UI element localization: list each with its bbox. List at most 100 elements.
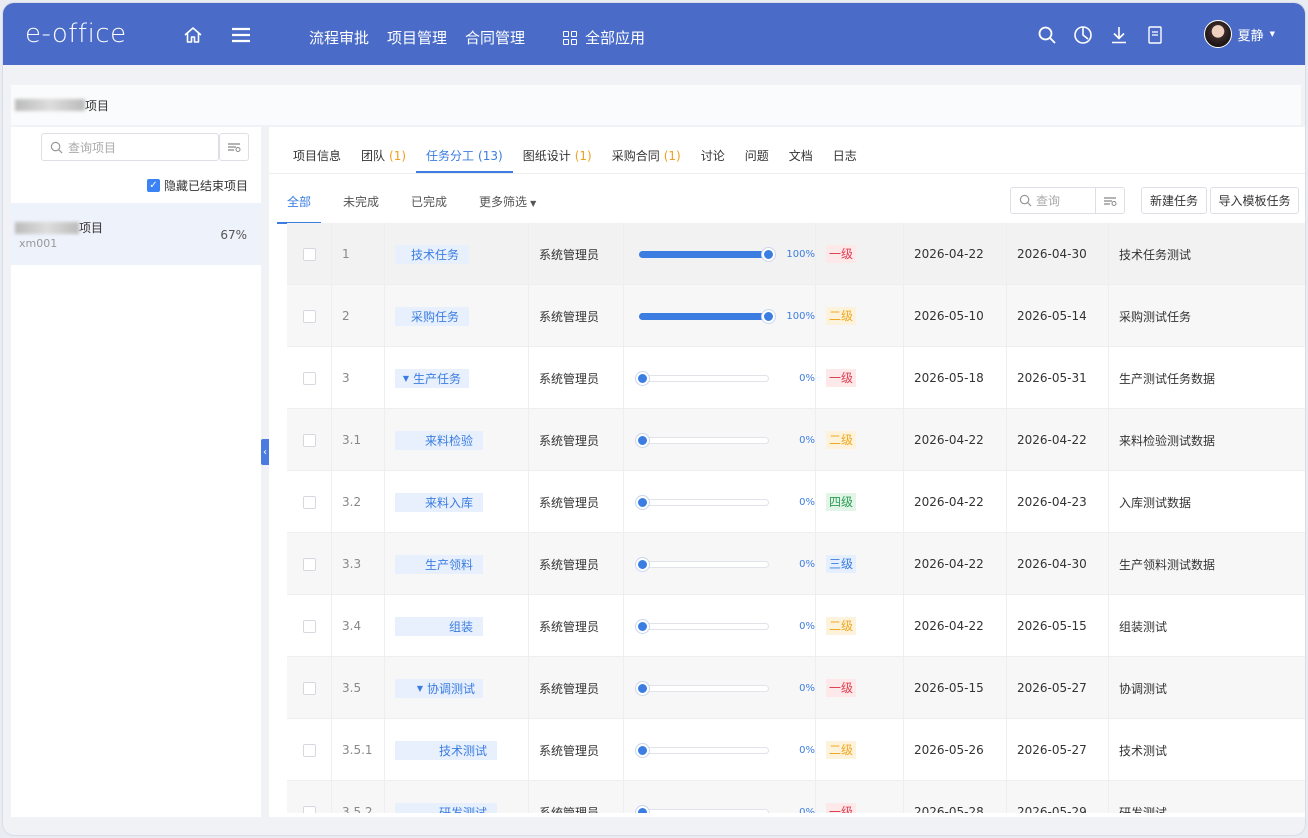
end-date: 2026-04-22 [1007,409,1109,471]
subtab-all[interactable]: 全部 [277,183,322,224]
app-logo[interactable]: e-office [25,19,127,49]
task-table: 1 技术任务 系统管理员 100% 一级 2026-04-22 2026-04-… [287,223,1305,813]
task-name-link[interactable]: 来料检验 [395,430,483,450]
progress-handle[interactable] [636,805,649,813]
row-checkbox[interactable] [302,247,316,261]
task-name-cell: 研发测试 [385,781,529,813]
nav-item-contract[interactable]: 合同管理 [465,27,525,48]
clock-icon[interactable] [1073,25,1093,45]
row-checkbox[interactable] [302,495,316,509]
progress-handle[interactable] [636,681,649,695]
task-filter-button[interactable] [1095,187,1125,214]
progress-handle[interactable] [762,309,775,323]
table-row[interactable]: 3.5 ▼ 协调测试 系统管理员 0% 一级 2026-05-15 2026-0… [287,657,1305,719]
task-description: 技术任务测试 [1119,247,1192,262]
tab-5[interactable]: 讨论 [691,135,735,173]
row-select-cell [287,471,332,533]
row-checkbox[interactable] [302,743,316,757]
start-date: 2026-04-22 [904,595,1007,657]
table-row[interactable]: 3.1 来料检验 系统管理员 0% 二级 2026-04-22 2026-04-… [287,409,1305,471]
search-icon[interactable] [1037,25,1057,45]
task-name-link[interactable]: 研发测试 [395,802,497,813]
row-checkbox[interactable] [302,309,316,323]
breadcrumb-label: 项目 [85,98,110,113]
tab-6[interactable]: 问题 [735,135,779,173]
row-number: 3.4 [332,595,385,657]
table-row[interactable]: 3.5.2 研发测试 系统管理员 0% 一级 2026-05-28 2026-0… [287,781,1305,813]
progress-handle[interactable] [636,743,649,757]
task-description: 入库测试数据 [1119,495,1192,510]
tab-3[interactable]: 图纸设计 (1) [513,135,602,173]
row-checkbox[interactable] [302,557,316,571]
collapse-panel-button[interactable]: ‹ [261,439,269,465]
table-row[interactable]: 3.5.1 技术测试 系统管理员 0% 二级 2026-05-26 2026-0… [287,719,1305,781]
progress-handle[interactable] [636,495,649,509]
more-filters-dropdown[interactable]: 更多筛选 ▼ [469,183,546,224]
project-list-item[interactable]: 项目 xm001 67% [11,203,261,265]
progress-percent: 0% [799,496,815,508]
expand-caret-icon[interactable]: ▼ [403,374,409,383]
tab-8[interactable]: 日志 [823,135,867,173]
progress-handle[interactable] [636,433,649,447]
row-checkbox[interactable] [302,619,316,633]
subtab-finished[interactable]: 已完成 [401,183,457,224]
end-date: 2026-05-27 [1007,657,1109,719]
tab-2[interactable]: 任务分工 (13) [416,135,513,173]
table-row[interactable]: 2 采购任务 系统管理员 100% 二级 2026-05-10 2026-05-… [287,285,1305,347]
task-name-link[interactable]: 来料入库 [395,492,483,512]
row-number: 3.5 [332,657,385,719]
task-name-link[interactable]: 技术任务 [395,244,469,264]
table-row[interactable]: 3.2 来料入库 系统管理员 0% 四级 2026-04-22 2026-04-… [287,471,1305,533]
progress-handle[interactable] [636,371,649,385]
tab-0[interactable]: 项目信息 [283,135,351,173]
nav-item-project[interactable]: 项目管理 [387,27,447,48]
subtab-unfinished[interactable]: 未完成 [333,183,389,224]
new-task-button[interactable]: 新建任务 [1141,187,1207,214]
task-progress-cell: 0% [624,657,816,719]
task-owner: 系统管理员 [529,657,624,719]
filter-subtabs: 全部 未完成 已完成 更多筛选 ▼ [277,183,558,224]
table-row[interactable]: 3.4 组装 系统管理员 0% 二级 2026-04-22 2026-05-15… [287,595,1305,657]
hide-finished-checkbox[interactable]: ✓ 隐藏已结束项目 [147,177,248,194]
table-row[interactable]: 1 技术任务 系统管理员 100% 一级 2026-04-22 2026-04-… [287,223,1305,285]
row-checkbox[interactable] [302,681,316,695]
start-date: 2026-04-22 [904,471,1007,533]
task-name-link[interactable]: 组装 [395,616,483,636]
level-badge: 一级 [826,369,857,387]
task-name-link[interactable]: 采购任务 [395,306,469,326]
task-name-cell: 组装 [385,595,529,657]
tab-7[interactable]: 文档 [779,135,823,173]
task-search-placeholder: 查询 [1036,194,1061,208]
nav-item-workflow[interactable]: 流程审批 [309,27,369,48]
import-template-button[interactable]: 导入模板任务 [1210,187,1299,214]
task-level-cell: 二级 [816,285,904,347]
expand-caret-icon[interactable]: ▼ [417,684,423,693]
progress-handle[interactable] [636,619,649,633]
row-checkbox[interactable] [302,371,316,385]
task-name-link[interactable]: ▼ 协调测试 [395,678,483,698]
document-icon[interactable] [1145,25,1165,45]
all-apps-button[interactable]: 全部应用 [563,27,645,48]
row-checkbox[interactable] [302,805,316,813]
task-search-input[interactable]: 查询 [1010,187,1096,214]
tab-1[interactable]: 团队 (1) [351,135,416,173]
progress-percent: 0% [799,744,815,756]
tab-4[interactable]: 采购合同 (1) [602,135,691,173]
project-search-input[interactable]: 查询项目 [41,133,219,161]
menu-icon[interactable] [231,27,251,43]
row-checkbox[interactable] [302,433,316,447]
filter-button[interactable] [219,133,249,161]
progress-bar [636,681,769,695]
progress-handle[interactable] [762,247,775,261]
progress-handle[interactable] [636,557,649,571]
user-menu[interactable]: 夏静 ▼ [1203,20,1275,48]
task-name-link[interactable]: 生产领料 [395,554,483,574]
task-name-link[interactable]: ▼ 生产任务 [395,368,469,388]
task-name: 组装 [448,619,473,634]
home-icon[interactable] [183,25,203,45]
table-row[interactable]: 3 ▼ 生产任务 系统管理员 0% 一级 2026-05-18 2026-05-… [287,347,1305,409]
task-name-link[interactable]: 技术测试 [395,740,497,760]
table-row[interactable]: 3.3 生产领料 系统管理员 0% 三级 2026-04-22 2026-04-… [287,533,1305,595]
task-description: 生产领料测试数据 [1119,557,1216,572]
download-icon[interactable] [1109,25,1129,45]
